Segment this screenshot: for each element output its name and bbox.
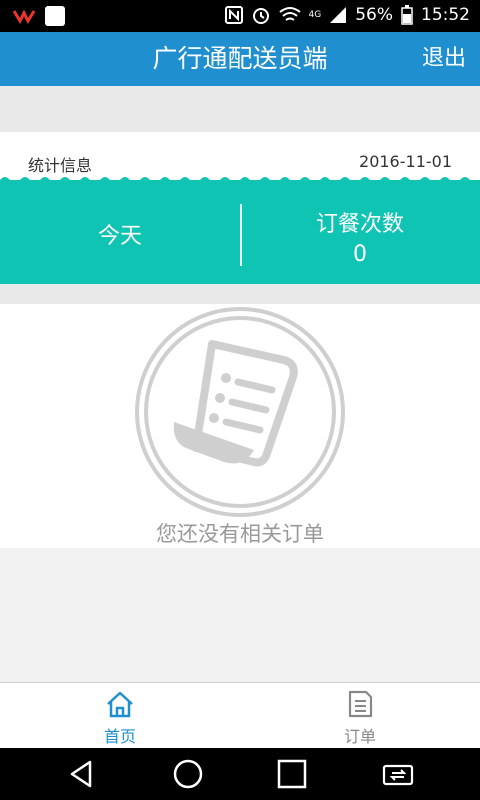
system-navigation-bar bbox=[0, 748, 480, 800]
empty-state: 您还没有相关订单 bbox=[0, 304, 480, 548]
app-notification-icon bbox=[12, 9, 36, 25]
nav-label-home: 首页 bbox=[103, 727, 136, 746]
status-indicators: 4G 56% 15:52 bbox=[224, 5, 470, 25]
stats-card: 今天 订餐次数 0 bbox=[0, 177, 480, 284]
section-spacer bbox=[0, 86, 480, 132]
empty-orders-icon bbox=[135, 307, 345, 517]
cell-signal-icon bbox=[330, 7, 347, 23]
alarm-icon bbox=[252, 8, 269, 24]
wifi-icon bbox=[278, 7, 301, 21]
signal-type-label: 4G bbox=[308, 10, 322, 20]
clock: 15:52 bbox=[421, 5, 470, 25]
back-icon[interactable] bbox=[66, 758, 98, 790]
order-count-label: 订餐次数 bbox=[315, 212, 404, 237]
recents-icon[interactable] bbox=[276, 758, 308, 790]
empty-message: 您还没有相关订单 bbox=[156, 522, 324, 546]
nav-item-orders[interactable]: 订单 bbox=[240, 683, 480, 749]
period-label: 今天 bbox=[97, 224, 142, 249]
logout-button[interactable]: 退出 bbox=[422, 32, 466, 86]
battery-icon bbox=[401, 5, 413, 25]
app-header: 广行通配送员端 退出 bbox=[0, 32, 480, 86]
nfc-icon bbox=[224, 6, 243, 24]
orders-icon bbox=[348, 690, 373, 718]
stats-label: 统计信息 bbox=[28, 156, 93, 175]
section-spacer-2 bbox=[0, 284, 480, 304]
home-icon bbox=[107, 691, 133, 718]
status-notifications bbox=[12, 5, 66, 27]
nav-item-home[interactable]: 首页 bbox=[0, 683, 240, 749]
message-notification-icon bbox=[45, 6, 65, 26]
order-count-value: 0 bbox=[353, 242, 367, 267]
switch-app-icon[interactable] bbox=[382, 758, 414, 790]
wave-edge bbox=[0, 177, 480, 184]
bottom-navigation: 首页 订单 bbox=[0, 682, 480, 748]
nav-label-orders: 订单 bbox=[343, 727, 376, 746]
stats-header: 统计信息 2016-11-01 bbox=[0, 132, 480, 180]
page-title: 广行通配送员端 bbox=[152, 44, 328, 73]
status-bar: 4G 56% 15:52 bbox=[0, 0, 480, 32]
battery-percent: 56% bbox=[355, 5, 393, 25]
home-button-icon[interactable] bbox=[172, 758, 204, 790]
stats-date: 2016-11-01 bbox=[359, 152, 452, 171]
